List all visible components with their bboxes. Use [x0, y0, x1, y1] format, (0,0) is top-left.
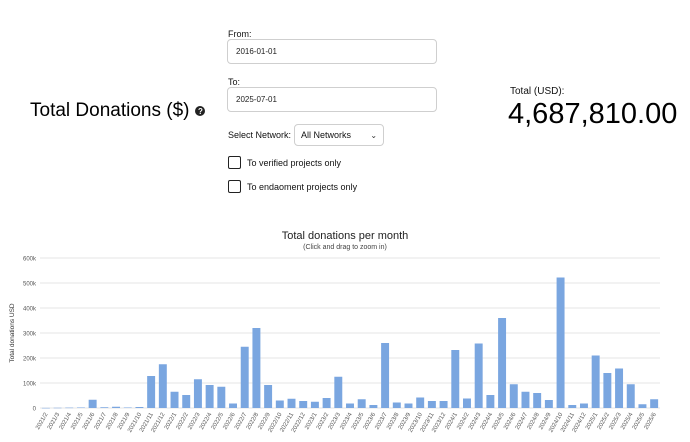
- from-label: From:: [228, 29, 252, 39]
- bar[interactable]: [451, 350, 460, 408]
- bar[interactable]: [357, 399, 366, 408]
- network-select-row: Select Network: All Networks ⌄: [228, 124, 385, 146]
- network-label: Select Network:: [228, 130, 292, 140]
- from-date-input[interactable]: [227, 39, 437, 64]
- bar[interactable]: [217, 386, 226, 408]
- bar[interactable]: [427, 401, 436, 408]
- y-tick-label: 600k: [23, 257, 37, 263]
- bar[interactable]: [229, 403, 237, 409]
- bar[interactable]: [474, 343, 483, 409]
- bar[interactable]: [252, 328, 261, 408]
- bar[interactable]: [369, 405, 378, 408]
- bar[interactable]: [521, 391, 530, 408]
- donations-bar-chart[interactable]: 0 100k 200k 300k 400k 500k 600k Total donations…: [0, 250, 690, 442]
- bar[interactable]: [65, 407, 74, 409]
- bar[interactable]: [615, 368, 624, 409]
- bar[interactable]: [88, 399, 97, 408]
- bar[interactable]: [299, 401, 308, 408]
- endowment-checkbox-row[interactable]: To endaoment projects only: [228, 180, 357, 193]
- bar[interactable]: [579, 403, 588, 409]
- bar[interactable]: [439, 401, 448, 408]
- bar[interactable]: [404, 403, 413, 409]
- bar[interactable]: [498, 318, 507, 408]
- y-tick-label: 0: [33, 407, 37, 413]
- bar[interactable]: [463, 398, 471, 409]
- y-tick-label: 300k: [23, 332, 37, 338]
- bar[interactable]: [112, 406, 121, 408]
- bar[interactable]: [322, 398, 331, 408]
- y-tick-label: 500k: [23, 282, 37, 288]
- y-axis-label: Total donations USD: [9, 303, 16, 363]
- bar[interactable]: [76, 407, 85, 409]
- to-label: To:: [228, 77, 241, 87]
- y-tick-label: 100k: [23, 382, 37, 388]
- bar[interactable]: [416, 397, 425, 409]
- page-title: Total Donations ($) ?: [30, 100, 206, 122]
- bar[interactable]: [556, 277, 565, 409]
- bar[interactable]: [650, 399, 659, 408]
- bar[interactable]: [193, 379, 202, 408]
- bar[interactable]: [346, 403, 354, 409]
- bar[interactable]: [264, 385, 273, 408]
- bar[interactable]: [147, 376, 156, 408]
- bar[interactable]: [533, 393, 542, 408]
- bar[interactable]: [392, 402, 401, 409]
- bar[interactable]: [486, 395, 495, 408]
- bar[interactable]: [381, 343, 390, 408]
- total-value: 4,687,810.00: [508, 98, 678, 130]
- bar[interactable]: [287, 398, 296, 408]
- y-tick-label: 200k: [23, 357, 37, 363]
- bar[interactable]: [158, 364, 167, 408]
- bar[interactable]: [170, 391, 179, 408]
- bar[interactable]: [509, 384, 518, 408]
- endowment-checkbox-label: To endaoment projects only: [247, 181, 358, 192]
- bar[interactable]: [205, 385, 214, 408]
- bar[interactable]: [334, 376, 343, 408]
- bar[interactable]: [310, 401, 319, 408]
- verified-checkbox-label: To verified projects only: [247, 157, 342, 168]
- bar[interactable]: [41, 407, 50, 409]
- question-circle-icon[interactable]: ?: [195, 106, 206, 116]
- network-select[interactable]: All Networks ⌄: [294, 124, 385, 146]
- page-title-text: Total Donations ($): [30, 100, 190, 121]
- bar[interactable]: [182, 395, 191, 408]
- bar[interactable]: [591, 355, 600, 409]
- bar[interactable]: [275, 400, 284, 409]
- chart-title: Total donations per month: [281, 230, 409, 242]
- bar[interactable]: [240, 346, 249, 408]
- bar[interactable]: [53, 407, 62, 409]
- y-tick-label: 400k: [23, 307, 37, 313]
- verified-checkbox-row[interactable]: To verified projects only: [228, 156, 341, 169]
- to-date-input[interactable]: [227, 87, 437, 112]
- bar[interactable]: [123, 407, 132, 409]
- bar[interactable]: [626, 384, 635, 408]
- bar[interactable]: [100, 407, 109, 408]
- endowment-checkbox[interactable]: [228, 180, 241, 193]
- bar[interactable]: [544, 400, 553, 408]
- bar[interactable]: [603, 373, 612, 408]
- total-label: Total (USD):: [510, 86, 565, 97]
- chevron-down-icon: ⌄: [370, 130, 378, 140]
- bar[interactable]: [638, 404, 647, 408]
- network-select-value: All Networks: [301, 130, 352, 140]
- verified-checkbox[interactable]: [228, 156, 241, 169]
- bar[interactable]: [135, 407, 144, 408]
- bar[interactable]: [568, 405, 577, 408]
- x-tick-label: 2025/6: [644, 411, 659, 430]
